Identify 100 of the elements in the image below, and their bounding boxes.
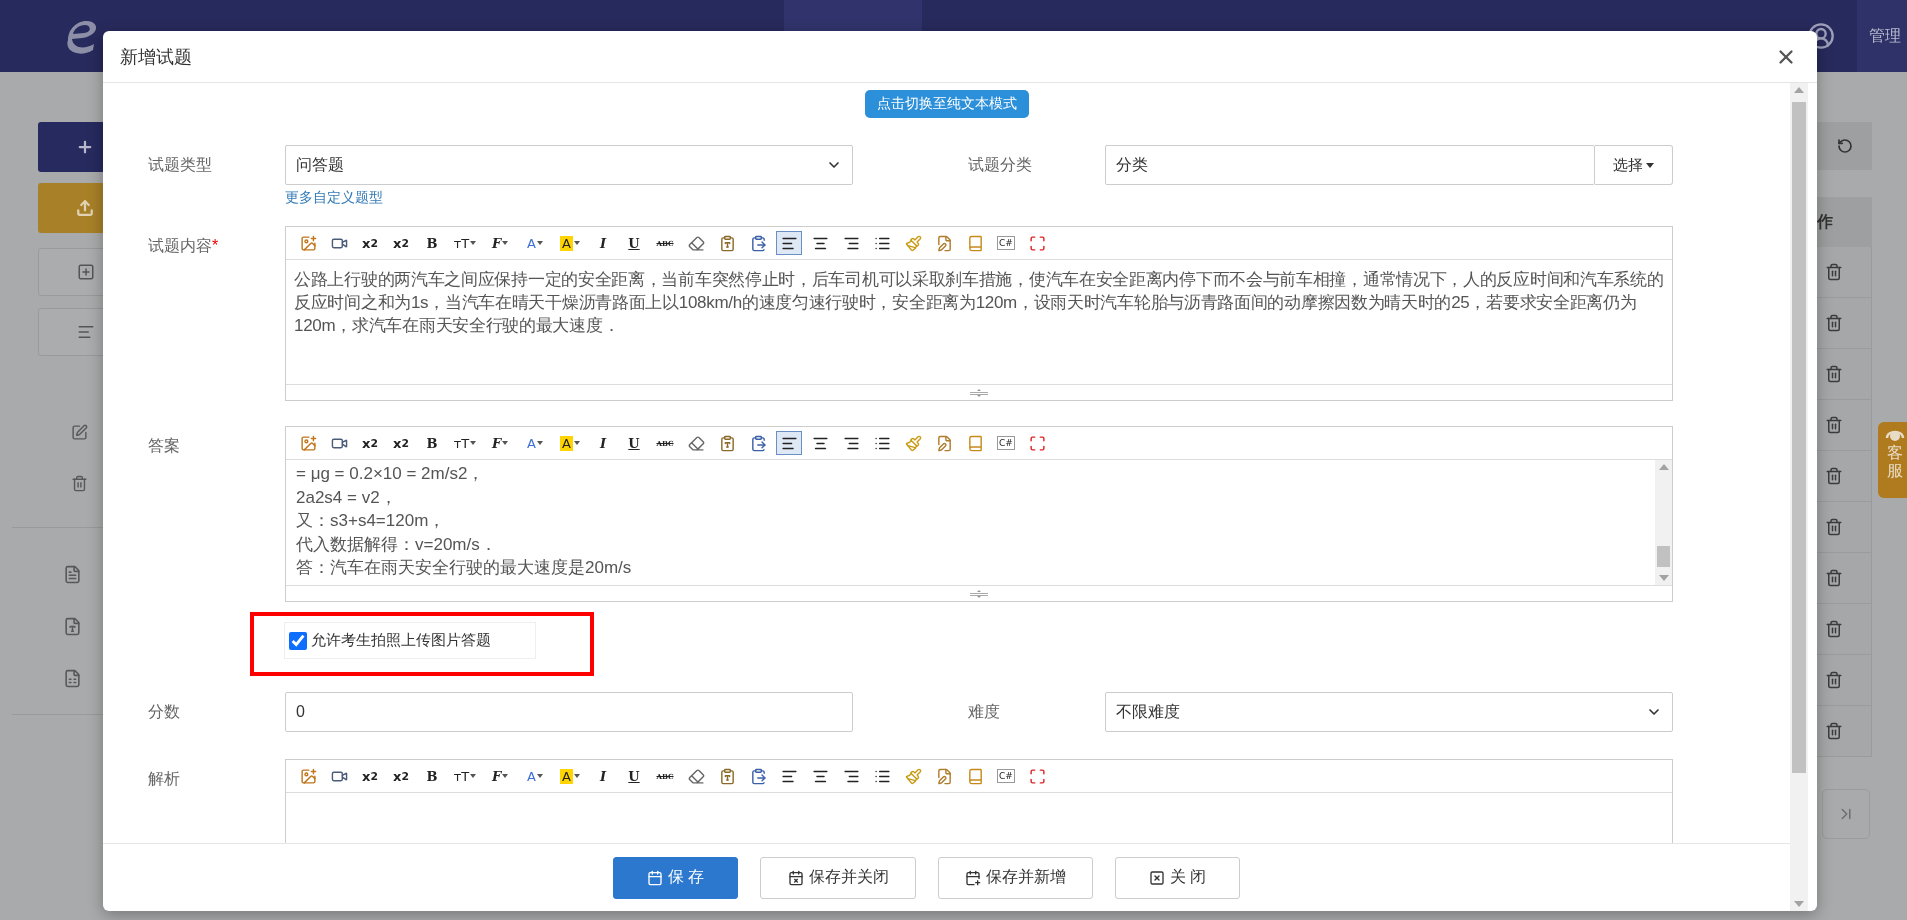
clipboard-icon	[718, 767, 736, 785]
question-type-select[interactable]: 问答题	[285, 145, 853, 185]
underline-button[interactable]: U	[621, 764, 647, 788]
question-text[interactable]: 公路上行驶的两汽车之间应保持一定的安全距离，当前车突然停止时，后车司机可以采取刹车措施，使汽车在安全距离内停下而不会与前车相撞，通常情况下，人的反应时间和汽车系统的反应时间之和为1s，当汽车在晴天干燥沥青路面上以108km/h的速度匀速行驶时，安全距离为120m，设雨天时汽车轮胎与沥青路面间的动摩擦因数为晴天时的25，若要求安全距离仍为120m，求汽车在雨天安全行驶的最大速度．	[286, 260, 1672, 384]
trash-icon[interactable]	[71, 475, 88, 492]
plus-icon	[76, 138, 94, 156]
paintbrush-icon	[904, 234, 922, 252]
caret-icon	[1646, 162, 1654, 168]
answer-line: 2a2s4 = v2，	[296, 486, 397, 509]
italic-button[interactable]: I	[590, 764, 616, 788]
maximize-icon	[1028, 434, 1046, 452]
answer-line: 代入数据解得：v=20m/s．	[296, 533, 497, 556]
align-left-button[interactable]	[776, 431, 802, 455]
save-and-new-button[interactable]: 保存并新增	[938, 856, 1093, 899]
paintbrush-icon	[904, 434, 922, 452]
refresh-icon	[1836, 138, 1853, 154]
field-label: 试题类型	[148, 154, 213, 175]
field-label: 试题内容*	[148, 236, 220, 256]
eraser-icon	[687, 434, 705, 452]
font-size-button[interactable]: ᴛT	[450, 231, 480, 255]
category-field[interactable]: 分类	[1105, 145, 1595, 185]
trash-icon[interactable]	[1825, 671, 1843, 689]
trash-icon[interactable]	[1825, 722, 1843, 740]
refresh-button[interactable]	[1817, 122, 1872, 170]
underline-button[interactable]: U	[621, 231, 647, 255]
clipboard-icon	[749, 234, 767, 252]
trash-icon[interactable]	[1825, 467, 1843, 485]
resize-grip-icon	[970, 388, 988, 397]
plus-square-icon	[77, 263, 95, 281]
clipboard-icon	[718, 234, 736, 252]
spreadsheet-file-icon[interactable]	[63, 669, 82, 688]
trash-icon[interactable]	[1825, 569, 1843, 587]
eraser-icon	[687, 234, 705, 252]
trash-icon[interactable]	[1825, 620, 1843, 638]
file-text-icon[interactable]	[63, 565, 82, 584]
save-button[interactable]: 保 存	[613, 856, 738, 899]
trash-icon[interactable]	[1825, 416, 1843, 434]
checkbox[interactable]	[289, 631, 307, 650]
trash-icon[interactable]	[1825, 314, 1843, 332]
file-pen-icon	[935, 434, 953, 452]
eraser-icon	[687, 767, 705, 785]
book-icon	[966, 767, 984, 785]
highlight-button[interactable]: A	[555, 764, 585, 788]
field-label: 试题分类	[968, 154, 1033, 175]
difficulty-select[interactable]: 不限难度	[1105, 692, 1673, 732]
caret-icon	[502, 441, 509, 445]
caret-icon	[536, 774, 543, 778]
trash-icon[interactable]	[1825, 365, 1843, 383]
edit-icon[interactable]	[71, 424, 88, 441]
font-family-button[interactable]: F	[485, 231, 515, 255]
code-button[interactable]: C#	[993, 431, 1019, 455]
trash-icon[interactable]	[1825, 263, 1843, 281]
answer-line: 答：汽车在雨天安全行驶的最大速度是20m/s	[296, 557, 632, 579]
caret-icon	[536, 241, 543, 245]
code-button[interactable]: C#	[993, 231, 1019, 255]
bold-button[interactable]: B	[419, 431, 445, 455]
trash-icon[interactable]	[1825, 518, 1843, 536]
italic-button[interactable]: I	[590, 431, 616, 455]
custom-type-link[interactable]: 更多自定义题型	[285, 189, 383, 207]
maximize-icon	[1028, 767, 1046, 785]
select-button[interactable]: 选择	[1595, 145, 1673, 185]
bold-button[interactable]: B	[419, 764, 445, 788]
caret-icon	[573, 241, 580, 245]
answer-line: = μg = 0.2×10 = 2m/s2，	[296, 463, 485, 485]
checkbox-label[interactable]: 允许考生拍照上传图片答题	[311, 631, 491, 650]
bold-button[interactable]: B	[419, 231, 445, 255]
field-label: 分数	[148, 701, 181, 722]
font-color-button[interactable]: A	[520, 431, 550, 455]
scroll-thumb[interactable]	[1792, 102, 1806, 773]
highlight-button[interactable]: A	[555, 231, 585, 255]
dialog-scrollbar[interactable]	[1790, 83, 1808, 911]
editor-scrollbar[interactable]	[1655, 460, 1672, 585]
caret-icon	[573, 774, 580, 778]
header-cell-text: 作	[1817, 211, 1833, 232]
font-family-button[interactable]: F	[485, 431, 515, 455]
scroll-thumb[interactable]	[1657, 546, 1670, 567]
file-type-icon[interactable]	[63, 617, 82, 636]
image-plus-icon	[299, 434, 317, 452]
font-color-button[interactable]: A	[520, 231, 550, 255]
font-family-button[interactable]: F	[485, 764, 515, 788]
save-and-close-button[interactable]: 保存并关闭	[760, 856, 916, 899]
font-size-button[interactable]: ᴛT	[450, 764, 480, 788]
field-label: 解析	[148, 769, 181, 789]
font-color-button[interactable]: A	[520, 764, 550, 788]
image-plus-icon	[299, 767, 317, 785]
close-button[interactable]: 关 闭	[1115, 856, 1240, 899]
align-left-button[interactable]	[776, 231, 802, 255]
code-button[interactable]: C#	[993, 764, 1019, 788]
underline-button[interactable]: U	[621, 431, 647, 455]
align-left-icon	[77, 323, 95, 341]
file-pen-icon	[935, 234, 953, 252]
resize-grip-icon	[970, 589, 988, 598]
dialog-title: 新增试题	[120, 45, 192, 69]
user-name[interactable]: 管理	[1857, 0, 1907, 72]
font-size-button[interactable]: ᴛT	[450, 431, 480, 455]
highlight-button[interactable]: A	[555, 431, 585, 455]
italic-button[interactable]: I	[590, 231, 616, 255]
score-field[interactable]: 0	[285, 692, 853, 732]
caret-icon	[502, 241, 509, 245]
caret-icon	[470, 441, 477, 445]
